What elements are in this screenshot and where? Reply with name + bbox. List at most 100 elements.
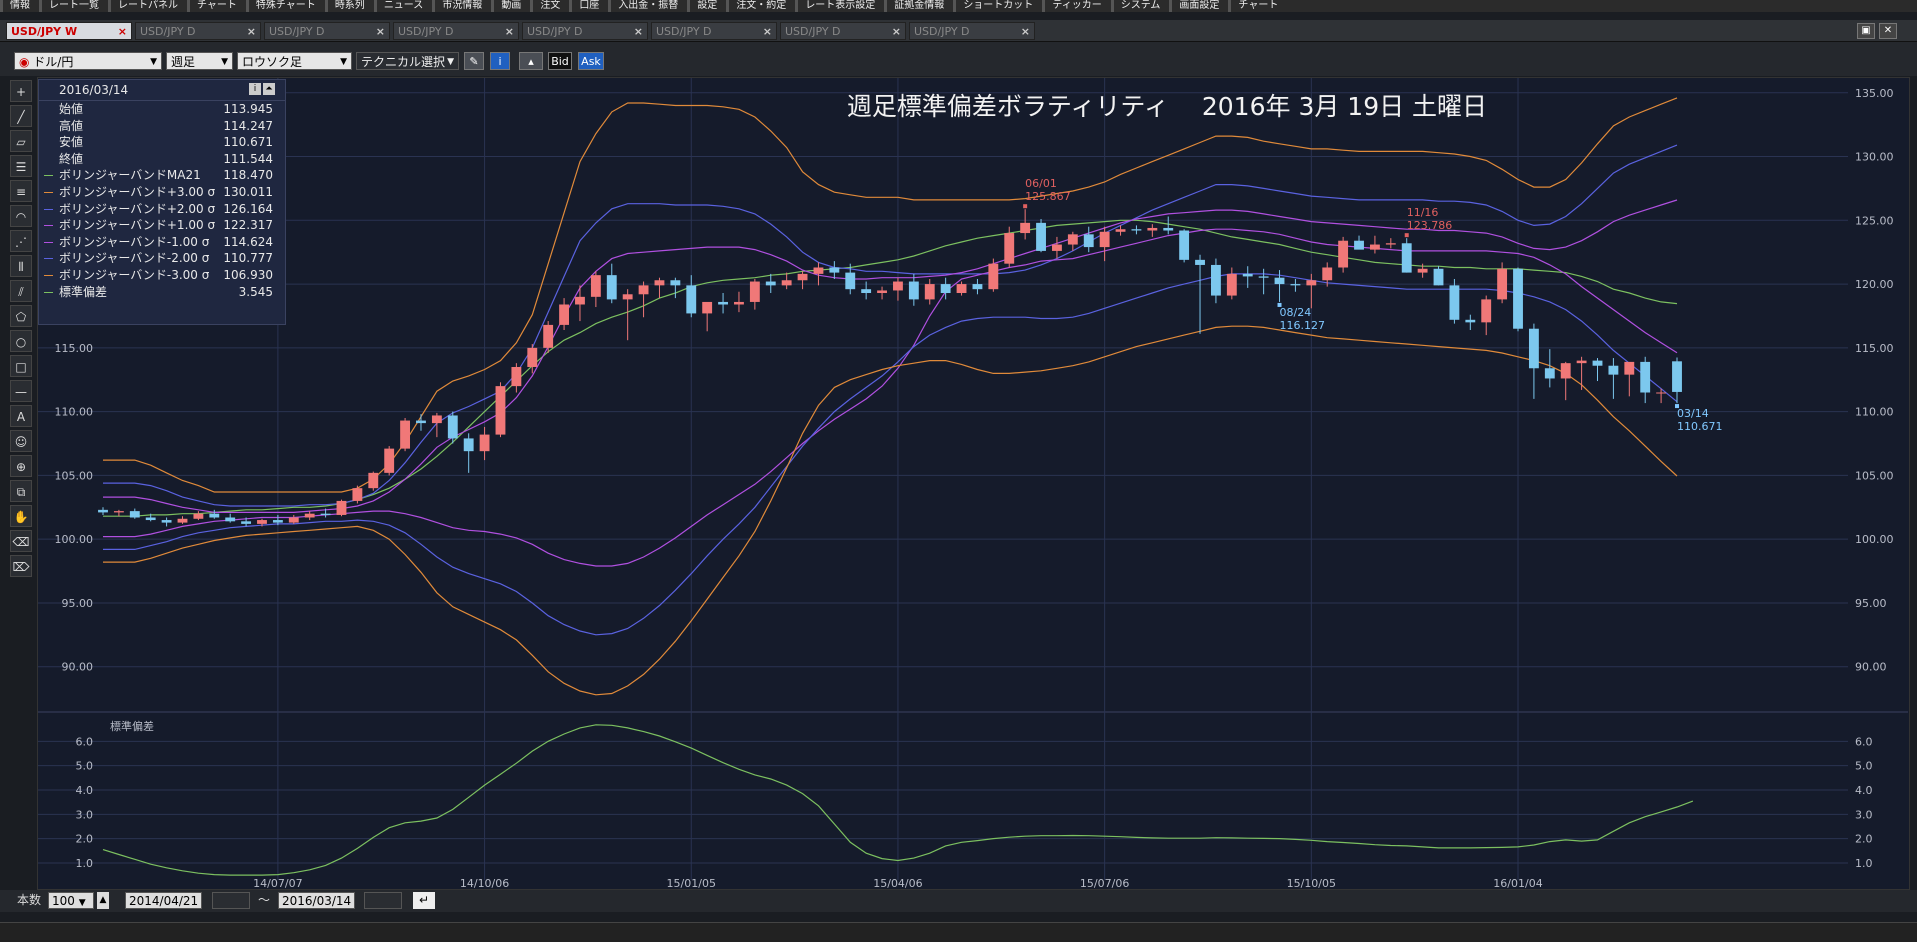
candle-body — [209, 513, 220, 518]
chevron-down-icon: ▼ — [78, 898, 86, 908]
candle-body — [241, 521, 252, 524]
candle-body — [1497, 268, 1508, 300]
candle-body — [1481, 299, 1492, 323]
candle-body — [829, 267, 840, 273]
info-row: ボリンジャーバンド-2.00 σ 110.777 — [39, 250, 285, 267]
candle-body — [1290, 284, 1301, 286]
candle-body — [1163, 227, 1174, 231]
info-label: ボリンジャーバンド-3.00 σ — [59, 267, 210, 282]
candle-body — [1258, 276, 1269, 278]
candle-body — [1417, 268, 1428, 273]
info-value: 110.777 — [223, 251, 273, 266]
main-y-tick-right: 130.00 — [1855, 151, 1894, 164]
info-label: ボリンジャーバンド-1.00 σ — [59, 234, 210, 249]
band-line-2 — [103, 144, 1678, 507]
info-row: 高値 114.247 — [39, 118, 285, 135]
candle-body — [1576, 360, 1587, 364]
candle-body — [257, 520, 267, 524]
main-y-tick-right: 90.00 — [1855, 661, 1887, 674]
candle-body — [1528, 328, 1539, 369]
candle-body — [702, 301, 713, 314]
info-value: 110.671 — [223, 135, 273, 150]
sub-y-tick-left: 5.0 — [76, 760, 94, 773]
count-up-icon[interactable]: ▲ — [97, 892, 109, 909]
info-row: ボリンジャーバンド+3.00 σ 130.011 — [39, 184, 285, 201]
candle-body — [1242, 273, 1253, 277]
extreme-annotation: 110.671 — [1677, 420, 1723, 433]
extreme-marker — [1404, 233, 1409, 238]
x-tick-label: 15/10/05 — [1287, 877, 1336, 890]
candle-body — [1433, 268, 1444, 286]
to-time-input[interactable] — [364, 892, 402, 909]
series-color-marker — [44, 274, 53, 276]
candle-body — [1592, 360, 1603, 366]
candle-body — [749, 281, 760, 302]
collapse-icon[interactable]: ⏶ — [263, 83, 275, 95]
main-y-tick-left: 115.00 — [55, 342, 94, 355]
sub-y-tick-left: 4.0 — [76, 784, 94, 797]
sub-y-tick-right: 4.0 — [1855, 784, 1873, 797]
candle-body — [1020, 222, 1031, 234]
sub-y-tick-left: 6.0 — [76, 735, 94, 748]
candle-body — [972, 284, 983, 290]
info-value: 113.945 — [223, 102, 273, 116]
candle-body — [336, 500, 347, 515]
info-label: 始値 — [59, 102, 84, 116]
band-line-3 — [103, 199, 1678, 514]
info-panel-header: 2016/03/14 i ⏶ — [39, 80, 285, 101]
from-date-input[interactable]: 2014/04/21 — [125, 892, 202, 909]
x-tick-label: 15/07/06 — [1080, 877, 1129, 890]
main-y-tick-left: 90.00 — [62, 661, 94, 674]
candle-body — [463, 438, 474, 452]
main-y-tick-right: 115.00 — [1855, 342, 1894, 355]
info-value: 122.317 — [223, 218, 273, 233]
extreme-marker — [1023, 204, 1028, 209]
candle-body — [1131, 229, 1142, 231]
from-time-input[interactable] — [212, 892, 250, 909]
to-date-input[interactable]: 2016/03/14 — [278, 892, 355, 909]
info-label: ボリンジャーバンド-2.00 σ — [59, 251, 210, 266]
main-y-tick-right: 135.00 — [1855, 87, 1894, 100]
info-row: ボリンジャーバンド+2.00 σ 126.164 — [39, 201, 285, 218]
band-line-5 — [103, 273, 1678, 636]
candle-body — [1465, 319, 1476, 323]
info-value: 114.624 — [223, 234, 273, 249]
candle-body — [113, 511, 124, 513]
info-label: 安値 — [59, 135, 84, 150]
candle-body — [479, 434, 490, 452]
info-label: ボリンジャーバンドMA21 — [59, 168, 201, 183]
candle-body — [400, 420, 411, 449]
candle-body — [1322, 267, 1333, 281]
main-y-tick-right: 125.00 — [1855, 214, 1894, 227]
count-value: 100 — [52, 894, 75, 908]
candle-body — [98, 509, 108, 513]
candle-body — [1640, 361, 1651, 393]
candle-body — [1672, 361, 1682, 392]
main-y-tick-left: 110.00 — [55, 406, 94, 419]
series-color-marker — [44, 208, 53, 210]
candle-body — [893, 281, 903, 291]
candle-body — [225, 517, 236, 522]
extreme-annotation: 11/16 — [1407, 206, 1439, 219]
candle-body — [1401, 243, 1412, 273]
count-select[interactable]: 100 ▼ — [48, 892, 94, 909]
candle-body — [320, 513, 331, 515]
info-label: 高値 — [59, 118, 84, 133]
candle-body — [765, 281, 776, 286]
candle-body — [1036, 222, 1046, 251]
info-value: 130.011 — [223, 184, 273, 199]
extreme-annotation: 06/01 — [1025, 177, 1057, 190]
series-color-marker — [44, 175, 53, 177]
info-label: ボリンジャーバンド+3.00 σ — [59, 184, 216, 199]
candle-body — [1656, 392, 1667, 394]
info-value: 118.470 — [223, 168, 273, 183]
info-icon[interactable]: i — [249, 83, 261, 95]
series-color-marker — [44, 191, 53, 193]
info-value: 114.247 — [223, 118, 273, 133]
return-icon[interactable]: ↵ — [413, 892, 435, 909]
sub-y-tick-right: 3.0 — [1855, 808, 1873, 821]
main-y-tick-left: 100.00 — [55, 533, 94, 546]
candle-body — [1306, 280, 1317, 286]
candle-body — [988, 263, 999, 290]
candle-body — [384, 448, 395, 473]
